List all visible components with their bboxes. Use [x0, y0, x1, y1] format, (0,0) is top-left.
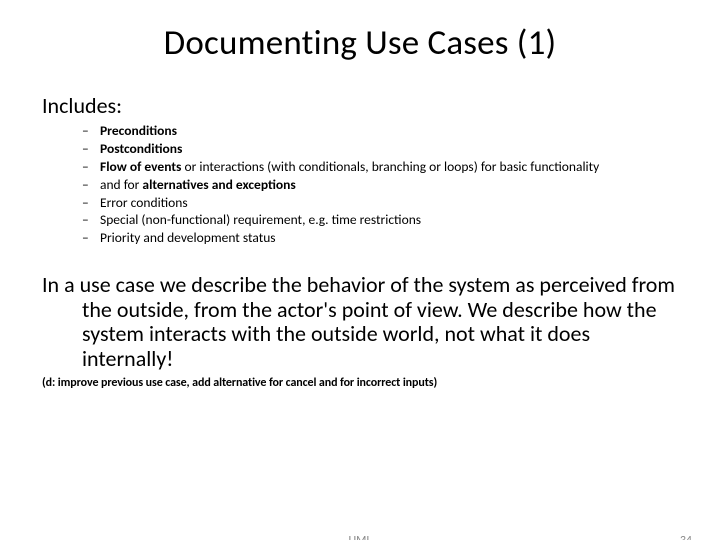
list-item-text: and for alternatives and exceptions: [100, 176, 296, 193]
description-paragraph: In a use case we describe the behavior o…: [42, 273, 678, 372]
includes-list: Preconditions Postconditions Flow of eve…: [82, 123, 678, 247]
list-item: Special (non-functional) requirement, e.…: [82, 212, 678, 229]
slide: Documenting Use Cases (1) Includes: Prec…: [0, 22, 720, 540]
list-item-text: Postconditions: [100, 140, 182, 157]
list-item-text: Flow of events or interactions (with con…: [100, 158, 599, 175]
footer-label: UML: [0, 534, 720, 540]
list-item: Preconditions: [82, 123, 678, 140]
list-item-text: Special (non-functional) requirement, e.…: [100, 211, 421, 228]
list-item: Flow of events or interactions (with con…: [82, 159, 678, 176]
list-item-text: Preconditions: [100, 122, 177, 139]
list-item: and for alternatives and exceptions: [82, 177, 678, 194]
improvement-note: (d: improve previous use case, add alter…: [42, 376, 678, 390]
list-item-text: Priority and development status: [100, 229, 276, 246]
list-item-text: Error conditions: [100, 194, 188, 211]
page-number: 34: [680, 534, 692, 540]
slide-title: Documenting Use Cases (1): [0, 22, 720, 64]
slide-body: Includes: Preconditions Postconditions F…: [0, 92, 720, 390]
list-item: Error conditions: [82, 195, 678, 212]
list-item: Priority and development status: [82, 230, 678, 247]
list-item: Postconditions: [82, 141, 678, 158]
includes-heading: Includes:: [42, 92, 678, 119]
